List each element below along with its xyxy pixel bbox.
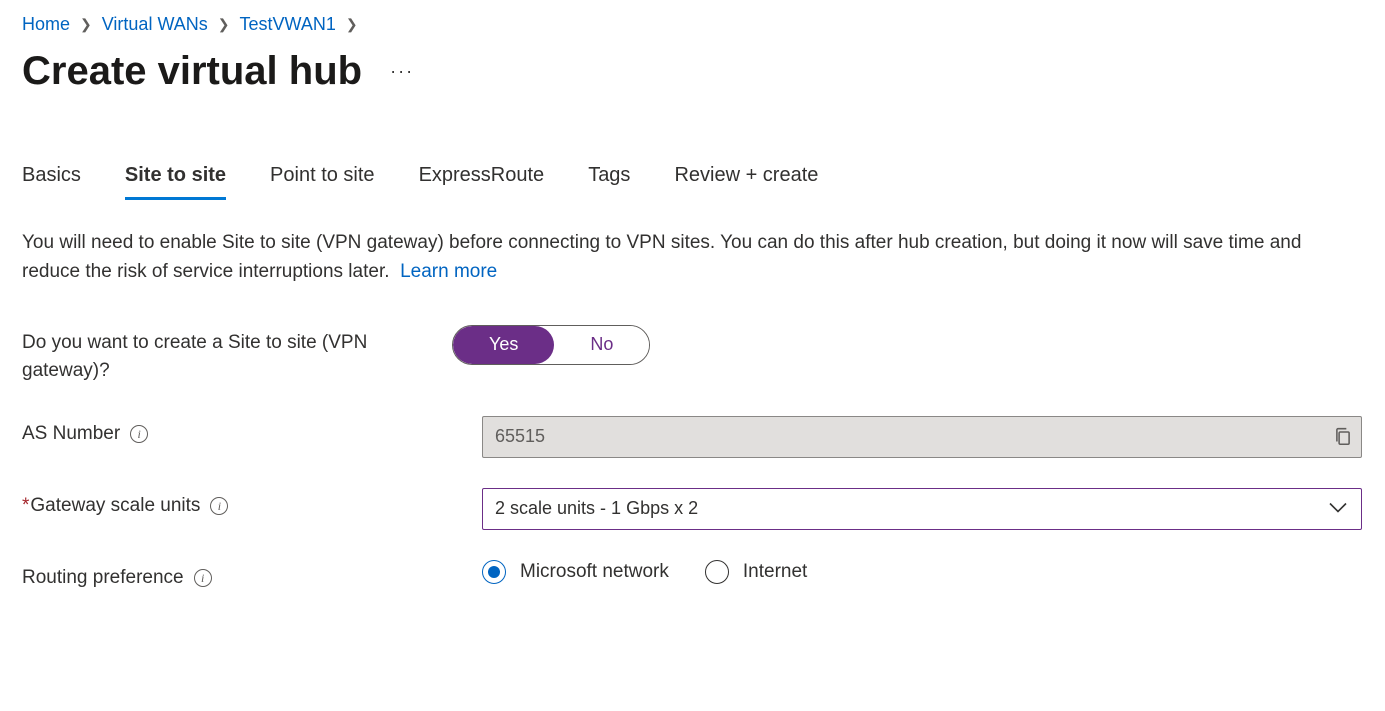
chevron-right-icon: ❯ — [80, 16, 92, 33]
radio-unselected-icon — [705, 560, 729, 584]
gateway-scale-label: Gateway scale units — [30, 495, 200, 516]
breadcrumb: Home ❯ Virtual WANs ❯ TestVWAN1 ❯ — [22, 14, 1363, 35]
as-number-input — [482, 416, 1362, 458]
breadcrumb-testvwan1[interactable]: TestVWAN1 — [240, 14, 336, 35]
radio-selected-icon — [482, 560, 506, 584]
tab-basics[interactable]: Basics — [22, 164, 81, 200]
breadcrumb-virtual-wans[interactable]: Virtual WANs — [102, 14, 208, 35]
page-title: Create virtual hub — [22, 49, 362, 94]
info-icon[interactable]: i — [194, 569, 212, 587]
breadcrumb-home[interactable]: Home — [22, 14, 70, 35]
create-gateway-no[interactable]: No — [554, 326, 649, 364]
routing-pref-internet[interactable]: Internet — [705, 560, 807, 584]
routing-pref-label: Routing preference — [22, 564, 184, 593]
routing-pref-microsoft[interactable]: Microsoft network — [482, 560, 669, 584]
tabs: Basics Site to site Point to site Expres… — [22, 164, 1363, 200]
chevron-down-icon — [1328, 500, 1348, 517]
routing-pref-internet-label: Internet — [743, 561, 807, 583]
tab-point-to-site[interactable]: Point to site — [270, 164, 375, 200]
chevron-right-icon: ❯ — [218, 16, 230, 33]
routing-pref-group: Microsoft network Internet — [482, 560, 1362, 584]
chevron-right-icon: ❯ — [346, 16, 358, 33]
as-number-label: AS Number — [22, 420, 120, 449]
tab-expressroute[interactable]: ExpressRoute — [419, 164, 545, 200]
info-text-body: You will need to enable Site to site (VP… — [22, 232, 1301, 282]
learn-more-link[interactable]: Learn more — [400, 261, 497, 282]
gateway-scale-value: 2 scale units - 1 Gbps x 2 — [495, 498, 698, 519]
more-actions-button[interactable]: ··· — [390, 61, 414, 82]
gateway-scale-select[interactable]: 2 scale units - 1 Gbps x 2 — [482, 488, 1362, 530]
tab-tags[interactable]: Tags — [588, 164, 630, 200]
info-icon[interactable]: i — [130, 425, 148, 443]
info-text: You will need to enable Site to site (VP… — [22, 228, 1342, 287]
routing-pref-microsoft-label: Microsoft network — [520, 561, 669, 583]
create-gateway-label: Do you want to create a Site to site (VP… — [22, 329, 452, 386]
tab-site-to-site[interactable]: Site to site — [125, 164, 226, 200]
create-gateway-toggle[interactable]: Yes No — [452, 325, 650, 365]
info-icon[interactable]: i — [210, 497, 228, 515]
required-marker: * — [22, 495, 29, 516]
create-gateway-yes[interactable]: Yes — [453, 326, 554, 364]
tab-review-create[interactable]: Review + create — [674, 164, 818, 200]
copy-icon[interactable] — [1334, 427, 1352, 447]
